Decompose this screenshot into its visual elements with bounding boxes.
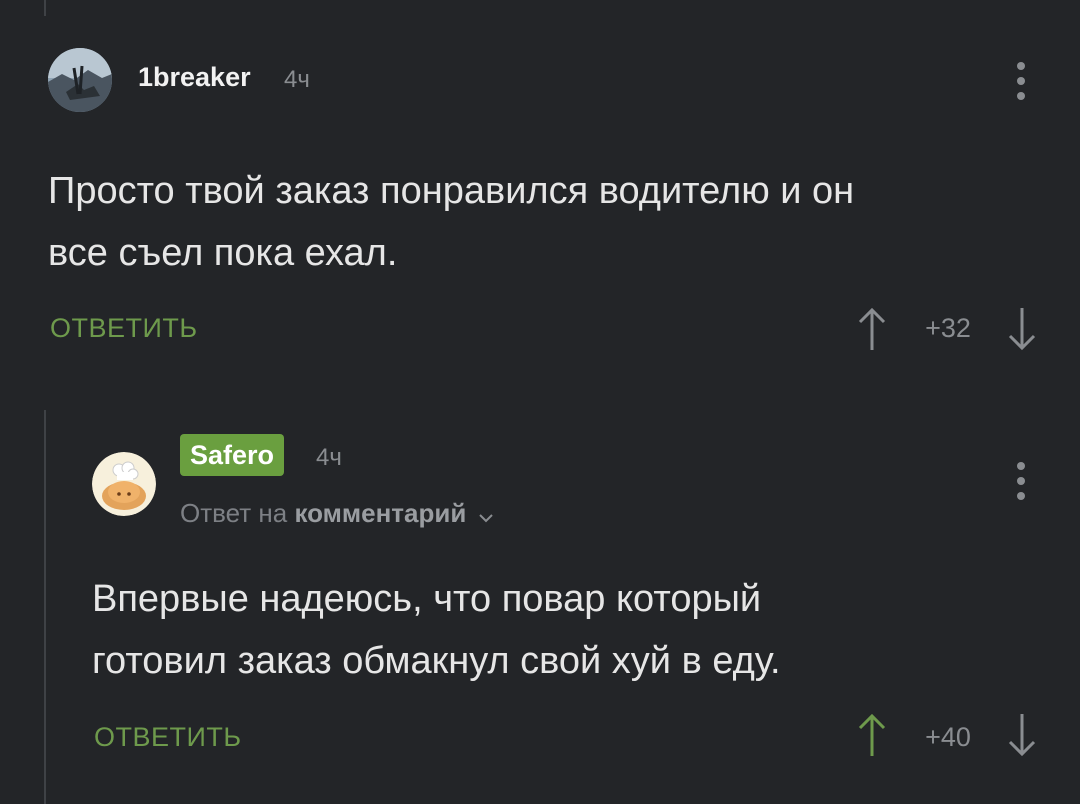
username-1breaker[interactable]: 1breaker [138, 62, 251, 93]
reply-to-link[interactable]: Ответ на комментарий [180, 498, 494, 531]
avatar-safero[interactable] [92, 452, 156, 516]
thread-line [44, 410, 46, 804]
comment-text-line: готовил заказ обмакнул свой хуй в еду. [92, 640, 781, 682]
downvote-arrow-icon[interactable] [1006, 306, 1038, 357]
username-badge-safero[interactable]: Safero [180, 434, 285, 476]
reply-button[interactable]: ОТВЕТИТЬ [94, 722, 242, 753]
chevron-down-icon [478, 500, 494, 531]
thread-line-top [44, 0, 46, 16]
reply-to-prefix: Ответ на [180, 498, 288, 528]
rating-count: +40 [925, 722, 971, 752]
comments-screen: 1breaker 4ч Просто твой заказ понравился… [0, 0, 1080, 804]
reply-to-target: комментарий [294, 498, 467, 528]
comment-text-1: Просто твой заказ понравился водителю и … [48, 160, 1038, 284]
reply-button[interactable]: ОТВЕТИТЬ [50, 313, 198, 344]
downvote-arrow-icon[interactable] [1006, 712, 1038, 763]
comment-time: 4ч [316, 444, 342, 471]
more-options-icon[interactable] [1014, 62, 1028, 100]
avatar-1breaker[interactable] [48, 48, 112, 112]
rating-count: +32 [925, 313, 971, 343]
comment-text-line: Просто твой заказ понравился водителю и … [48, 170, 855, 212]
comment-text-line: все съел пока ехал. [48, 232, 398, 274]
upvote-arrow-icon[interactable] [856, 306, 888, 357]
comment-time: 4ч [284, 66, 310, 93]
comment-text-line: Впервые надеюсь, что повар который [92, 578, 762, 620]
comment-text-2: Впервые надеюсь, что повар который готов… [92, 568, 1038, 692]
more-options-icon[interactable] [1014, 462, 1028, 500]
upvote-arrow-icon[interactable] [856, 712, 888, 763]
